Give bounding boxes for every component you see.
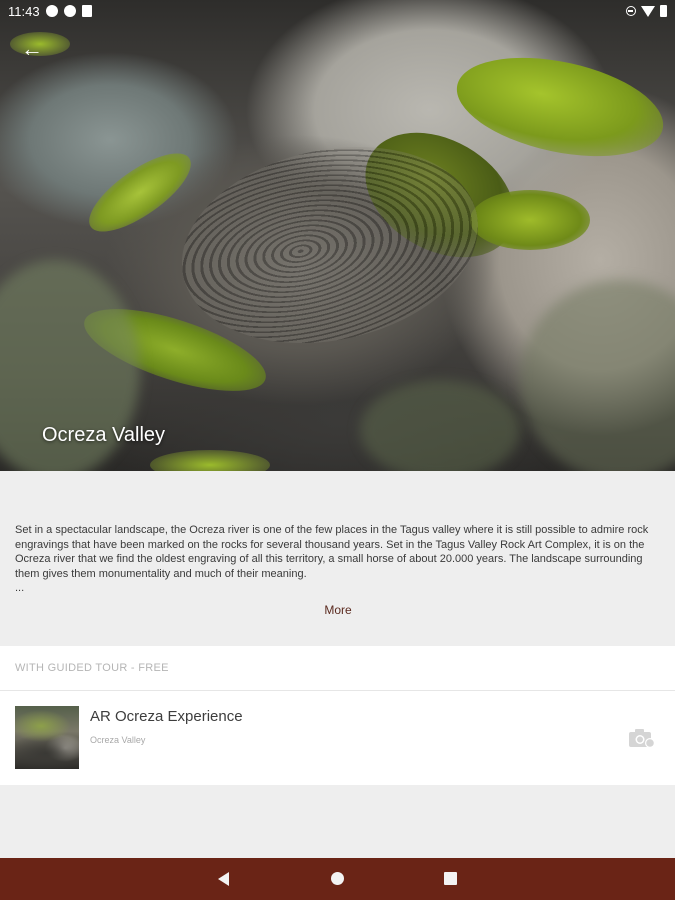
nav-recents-button[interactable] [427,858,475,900]
status-icons-left [46,5,92,17]
sd-card-icon [82,5,92,17]
accessibility-icon [46,5,58,17]
page-title: Ocreza Valley [42,424,166,446]
list-item[interactable]: AR Ocreza Experience Ocreza Valley [0,691,675,785]
system-nav-bar [0,858,675,900]
home-circle-icon [331,872,344,885]
arrow-left-icon: ← [21,36,43,61]
description-text: Set in a spectacular landscape, the Ocre… [15,524,649,581]
more-button[interactable]: More [300,600,376,620]
section-header-label: WITH GUIDED TOUR - FREE [15,662,169,674]
moss-patch [470,190,590,250]
back-triangle-icon [218,872,229,886]
notification-p-icon [64,5,76,17]
item-subtitle: Ocreza Valley [90,735,146,745]
nav-back-button[interactable] [200,858,248,900]
foreground-plant [520,280,675,471]
back-button[interactable]: ← [14,34,50,64]
do-not-disturb-icon [626,6,636,16]
foreground-plant [360,380,520,471]
wifi-icon [641,5,655,17]
item-title: AR Ocreza Experience [90,708,243,725]
battery-icon [660,5,667,17]
description-ellipsis: ... [15,582,25,594]
moss-patch [150,450,270,471]
hero-image: 11:43 ← Ocreza Valley [0,0,675,471]
moss-patch [447,41,673,173]
status-bar: 11:43 [0,0,675,24]
camera-ar-icon[interactable] [628,727,656,749]
section-header: WITH GUIDED TOUR - FREE [0,646,675,691]
nav-home-button[interactable] [314,858,362,900]
item-thumbnail [15,706,79,769]
status-time: 11:43 [8,4,40,19]
recents-square-icon [444,872,457,885]
status-icons-right [626,5,667,17]
moss-patch [77,139,203,246]
